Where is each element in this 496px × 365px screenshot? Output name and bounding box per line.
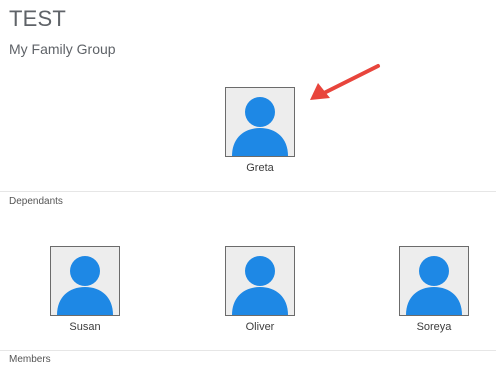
divider (0, 191, 496, 192)
group-name: My Family Group (9, 41, 116, 57)
page-title: TEST (9, 6, 67, 31)
person-avatar-icon (399, 246, 469, 316)
members-heading: Members (9, 354, 51, 365)
dependant-card-susan[interactable]: Susan (50, 246, 120, 333)
dependant-card-soreya[interactable]: Soreya (399, 246, 469, 333)
person-avatar-icon (50, 246, 120, 316)
person-avatar-icon (225, 87, 295, 157)
owner-avatar-card[interactable]: Greta (225, 87, 295, 174)
dependant-name: Susan (69, 321, 101, 333)
dependant-card-oliver[interactable]: Oliver (225, 246, 295, 333)
divider (0, 350, 496, 351)
red-arrow-icon (300, 58, 390, 113)
owner-name: Greta (246, 162, 274, 174)
dependant-name: Soreya (416, 321, 452, 333)
dependants-heading: Dependants (9, 196, 63, 207)
dependant-name: Oliver (245, 321, 275, 333)
person-avatar-icon (225, 246, 295, 316)
